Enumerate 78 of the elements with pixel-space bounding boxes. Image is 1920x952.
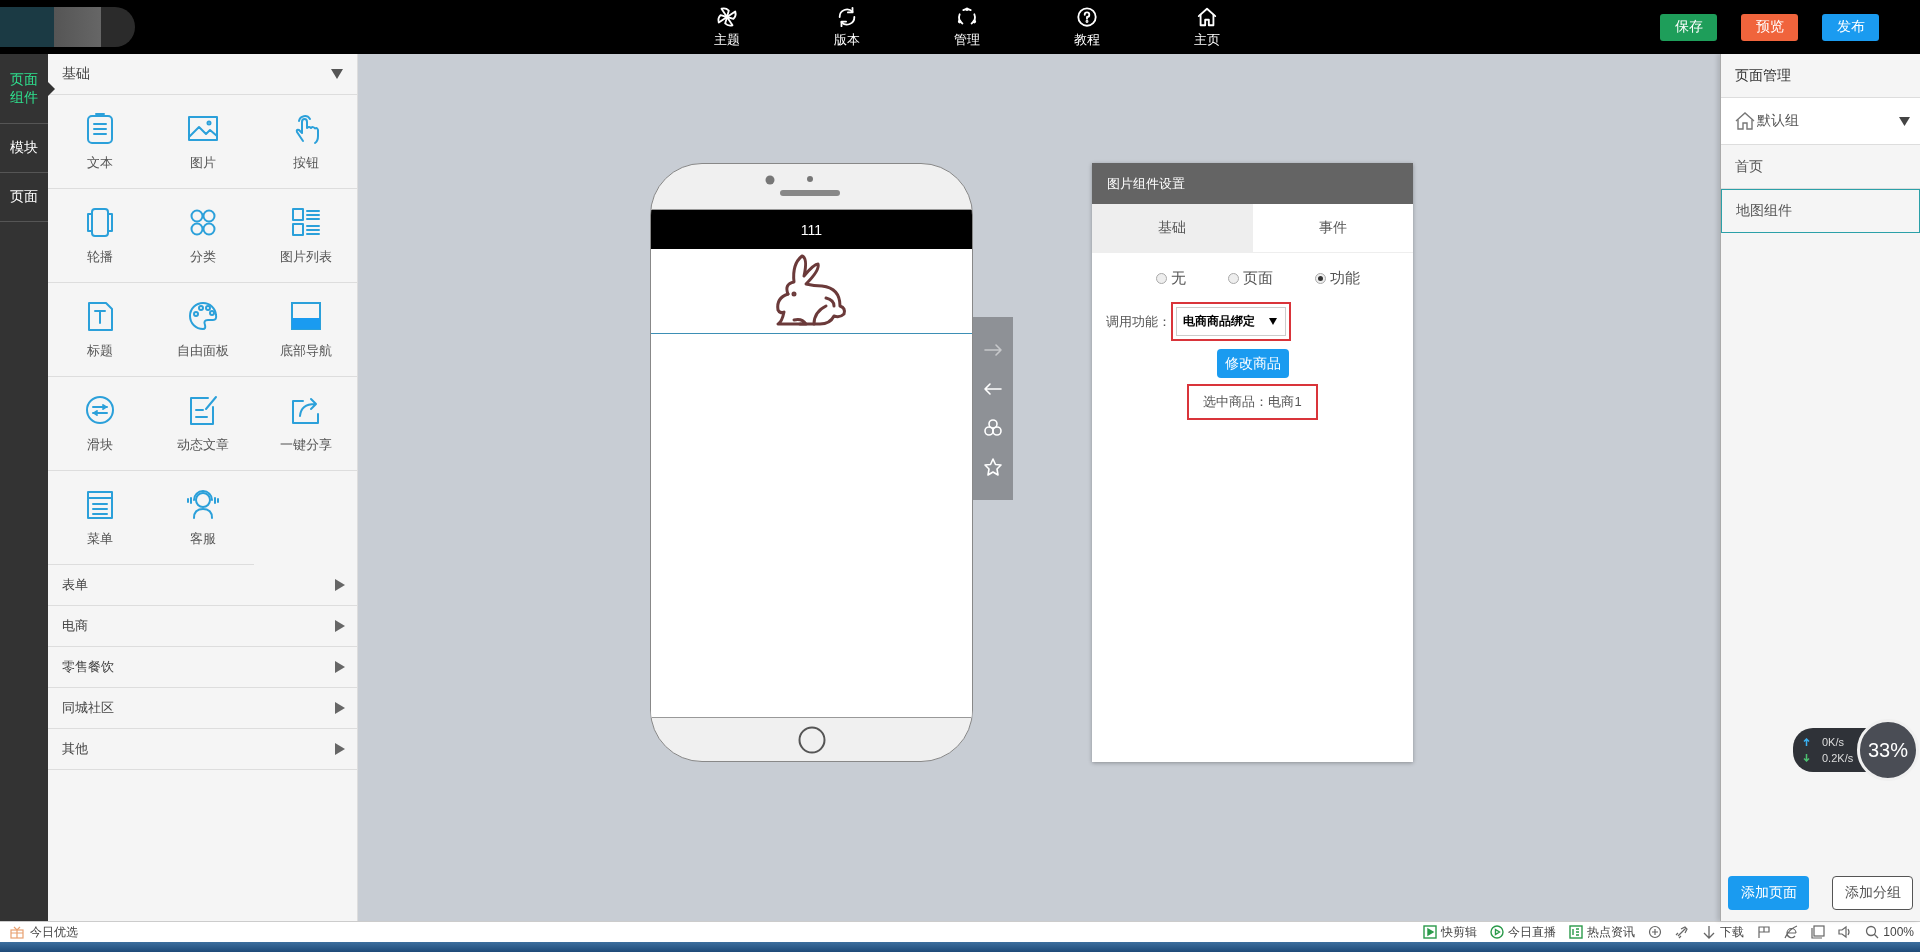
component-tile[interactable]: 底部导航 (254, 283, 357, 377)
download-arrow-icon[interactable] (1702, 925, 1717, 939)
category-row[interactable]: 电商 (48, 606, 357, 647)
category-row[interactable]: 其他 (48, 729, 357, 770)
section-title: 基础 (62, 65, 90, 83)
radio-dot[interactable] (1314, 273, 1326, 284)
caret-icon (1899, 116, 1910, 126)
refresh-icon (836, 6, 858, 28)
pinwheel-icon (716, 6, 738, 28)
home-icon (1196, 6, 1218, 28)
component-tile[interactable]: 按钮 (254, 95, 357, 189)
gift-icon (10, 925, 24, 939)
caret-icon (1269, 318, 1277, 325)
news-icon[interactable] (1569, 925, 1584, 939)
category-label: 其他 (62, 740, 88, 758)
status-item[interactable]: 快剪辑 (1423, 923, 1478, 941)
phone-title-bar: 111 (651, 210, 972, 249)
play-square-icon[interactable] (1423, 925, 1438, 939)
upload-arrow-icon (1803, 738, 1810, 746)
play-circle-icon[interactable] (1490, 925, 1505, 939)
flag-icon[interactable] (1757, 925, 1772, 939)
status-item[interactable]: 100% (1865, 925, 1914, 939)
status-item[interactable]: 下载 (1702, 923, 1745, 941)
radio-option[interactable]: 功能 (1314, 269, 1360, 288)
nav-button[interactable]: 主题 (667, 6, 787, 49)
component-tile[interactable]: 自由面板 (151, 283, 254, 377)
component-tile[interactable]: 轮播 (48, 189, 151, 283)
panel-title: 图片组件设置 (1092, 163, 1413, 204)
status-link[interactable]: 今日优选 (30, 923, 78, 941)
radio-dot[interactable] (1227, 273, 1239, 284)
home-button-icon (797, 725, 826, 754)
component-tile[interactable]: 动态文章 (151, 377, 254, 471)
search-icon[interactable] (1865, 925, 1880, 939)
radio-option[interactable]: 页面 (1227, 269, 1273, 288)
star-icon[interactable] (983, 457, 1003, 477)
field-label: 调用功能： (1106, 312, 1171, 331)
nav-button[interactable]: 管理 (907, 6, 1027, 49)
group-dropdown[interactable]: 默认组 (1721, 98, 1920, 145)
section-header[interactable]: 基础 (48, 54, 357, 95)
speaker-icon[interactable] (1838, 925, 1853, 939)
upload-speed: 0K/s (1822, 736, 1844, 748)
category-row[interactable]: 零售餐饮 (48, 647, 357, 688)
usage-gauge: 33% (1857, 719, 1919, 781)
component-tile[interactable]: 标题 (48, 283, 151, 377)
nav-button[interactable]: 教程 (1027, 6, 1147, 49)
category-row[interactable]: 表单 (48, 565, 357, 606)
nav-button[interactable]: 版本 (787, 6, 907, 49)
function-dropdown[interactable]: 电商商品绑定 (1176, 307, 1286, 336)
window-icon[interactable] (1811, 925, 1826, 939)
status-item[interactable]: 今日直播 (1490, 923, 1557, 941)
question-icon (1076, 6, 1098, 28)
home-icon (1735, 111, 1755, 131)
component-tile[interactable]: 图片 (151, 95, 254, 189)
browser-e-icon[interactable] (1784, 925, 1799, 939)
component-tile[interactable]: 图片列表 (254, 189, 357, 283)
component-tile[interactable]: 菜单 (48, 471, 151, 565)
category-label: 零售餐饮 (62, 658, 114, 676)
selected-product-text: 选中商品：电商1 (1187, 384, 1318, 420)
radio-dot[interactable] (1155, 273, 1167, 284)
settings-tab[interactable]: 基础 (1092, 204, 1253, 252)
category-row[interactable]: 同城社区 (48, 688, 357, 729)
headset-user-icon (185, 487, 220, 522)
component-tile[interactable]: 分类 (151, 189, 254, 283)
component-tile[interactable]: 一键分享 (254, 377, 357, 471)
add-group-button[interactable]: 添加分组 (1832, 876, 1913, 910)
category-label: 电商 (62, 617, 88, 635)
page-item[interactable]: 地图组件 (1721, 189, 1920, 233)
download-speed: 0.2K/s (1822, 752, 1854, 764)
radio-option[interactable]: 无 (1155, 269, 1186, 288)
category-label: 同城社区 (62, 699, 114, 717)
component-tile[interactable]: 文本 (48, 95, 151, 189)
three-circles-icon[interactable] (983, 418, 1003, 438)
component-tile[interactable]: 滑块 (48, 377, 151, 471)
nav-button[interactable]: 主页 (1147, 6, 1267, 49)
category-label: 表单 (62, 576, 88, 594)
download-arrow-icon (1803, 754, 1810, 762)
component-tile[interactable]: 客服 (151, 471, 254, 565)
status-item[interactable]: 热点资讯 (1569, 923, 1636, 941)
